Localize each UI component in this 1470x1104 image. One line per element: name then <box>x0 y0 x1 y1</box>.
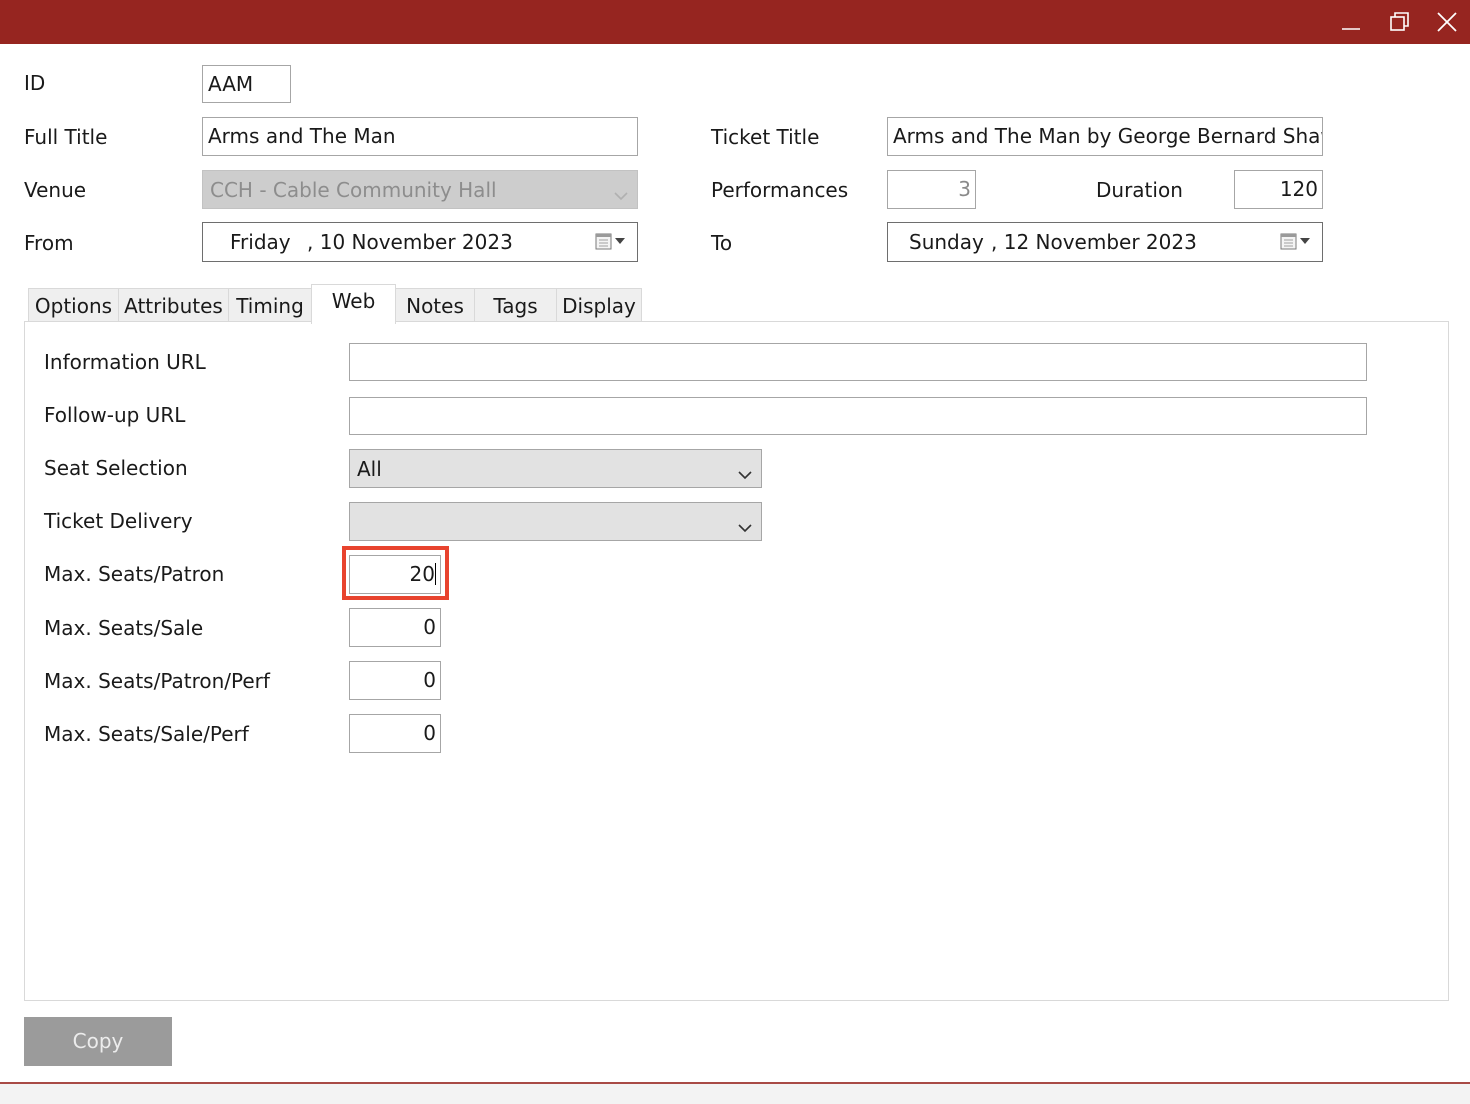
id-label: ID <box>24 71 46 95</box>
seat-selection-select[interactable]: All <box>349 449 762 488</box>
to-date-picker[interactable]: Sunday , 12 November 2023 <box>887 222 1323 262</box>
calendar-icon[interactable] <box>1280 232 1312 252</box>
tab-attributes[interactable]: Attributes <box>118 288 229 322</box>
calendar-icon[interactable] <box>595 232 627 252</box>
from-label: From <box>24 231 74 255</box>
full-title-field[interactable]: Arms and The Man <box>202 117 638 156</box>
from-date-picker[interactable]: Friday , 10 November 2023 <box>202 222 638 262</box>
information-url-field[interactable] <box>349 343 1367 381</box>
focus-highlight-box <box>342 546 449 600</box>
max-seats-sale-field[interactable]: 0 <box>349 608 441 647</box>
max-seats-sale-perf-field[interactable]: 0 <box>349 714 441 753</box>
tab-web[interactable]: Web <box>311 284 396 324</box>
tab-tags[interactable]: Tags <box>474 288 557 322</box>
max-seats-patron-label: Max. Seats/Patron <box>44 562 225 586</box>
tab-notes[interactable]: Notes <box>395 288 475 322</box>
max-seats-sale-perf-label: Max. Seats/Sale/Perf <box>44 722 249 746</box>
to-label: To <box>711 231 733 255</box>
chevron-down-icon <box>737 515 753 539</box>
copy-button[interactable]: Copy <box>24 1017 172 1066</box>
venue-value: CCH - Cable Community Hall <box>210 178 497 202</box>
max-seats-patron-perf-label: Max. Seats/Patron/Perf <box>44 669 270 693</box>
status-strip <box>0 1084 1470 1104</box>
followup-url-field[interactable] <box>349 397 1367 435</box>
ticket-delivery-label: Ticket Delivery <box>44 509 193 533</box>
duration-field[interactable]: 120 <box>1234 170 1323 209</box>
venue-select: CCH - Cable Community Hall <box>202 170 638 209</box>
ticket-title-label: Ticket Title <box>711 125 820 149</box>
minimize-button[interactable] <box>1328 0 1374 44</box>
window-title-bar <box>0 0 1470 44</box>
minimize-icon <box>1340 11 1362 33</box>
tab-timing[interactable]: Timing <box>228 288 312 322</box>
performances-field: 3 <box>887 170 976 209</box>
venue-label: Venue <box>24 178 87 202</box>
ticket-title-field[interactable]: Arms and The Man by George Bernard Shaw <box>887 117 1323 156</box>
from-date: , 10 November 2023 <box>307 230 513 254</box>
tab-display[interactable]: Display <box>556 288 642 322</box>
from-day: Friday <box>230 230 291 254</box>
ticket-delivery-select[interactable] <box>349 502 762 541</box>
tab-options[interactable]: Options <box>28 288 119 322</box>
to-date: , 12 November 2023 <box>991 230 1197 254</box>
chevron-down-icon <box>613 183 629 207</box>
performances-label: Performances <box>711 178 849 202</box>
maximize-icon <box>1388 11 1410 33</box>
full-title-label: Full Title <box>24 125 108 149</box>
web-tab-panel: Information URL Follow-up URL Seat Selec… <box>24 321 1449 1001</box>
maximize-button[interactable] <box>1376 0 1422 44</box>
id-field[interactable]: AAM <box>202 65 291 103</box>
close-icon <box>1436 11 1458 33</box>
followup-url-label: Follow-up URL <box>44 403 186 427</box>
to-day: Sunday <box>909 230 984 254</box>
max-seats-sale-label: Max. Seats/Sale <box>44 616 204 640</box>
close-button[interactable] <box>1424 0 1470 44</box>
chevron-down-icon <box>737 462 753 486</box>
max-seats-patron-perf-field[interactable]: 0 <box>349 661 441 700</box>
seat-selection-value: All <box>357 457 382 481</box>
duration-label: Duration <box>1096 178 1183 202</box>
information-url-label: Information URL <box>44 350 206 374</box>
seat-selection-label: Seat Selection <box>44 456 188 480</box>
